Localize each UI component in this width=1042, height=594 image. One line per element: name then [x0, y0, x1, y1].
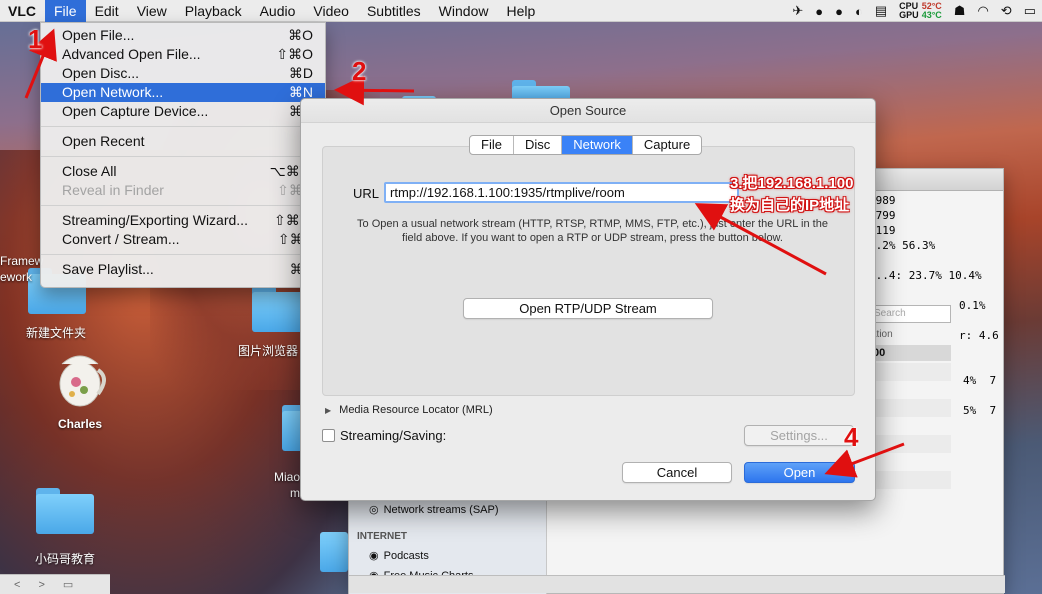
- wechat-icon[interactable]: ◐: [855, 4, 863, 19]
- desktop-folder-icon[interactable]: [320, 526, 348, 572]
- sidebar-item-podcasts[interactable]: ◉ Podcasts: [369, 549, 429, 563]
- network-icon: ◎: [369, 504, 379, 516]
- sidebar-item-sap[interactable]: ◎ Network streams (SAP): [369, 503, 499, 517]
- table-row[interactable]: [869, 435, 951, 453]
- playlist-search-input[interactable]: Search: [869, 305, 951, 323]
- menu-separator: [41, 126, 325, 127]
- annotation-step-3-line-2: 换为自己的IP地址: [730, 197, 850, 214]
- sidebar-header-internet: INTERNET: [357, 531, 407, 542]
- menu-video[interactable]: Video: [304, 0, 358, 22]
- menu-item-open-network[interactable]: Open Network... ⌘N: [41, 83, 325, 102]
- menu-audio[interactable]: Audio: [251, 0, 305, 22]
- url-input[interactable]: rtmp://192.168.1.100:1935/rtmplive/room: [384, 182, 739, 203]
- menu-view[interactable]: View: [128, 0, 176, 22]
- menu-window[interactable]: Window: [430, 0, 498, 22]
- qq-icon-2[interactable]: ●: [835, 4, 843, 19]
- disclosure-triangle-icon[interactable]: ▶: [325, 406, 331, 415]
- cancel-button[interactable]: Cancel: [622, 462, 732, 483]
- url-label: URL: [353, 186, 380, 201]
- desktop-label-framework-2: ework: [0, 270, 33, 284]
- dialog-title: Open Source: [301, 99, 875, 123]
- annotation-step-1: 1: [28, 24, 43, 54]
- streaming-saving-label: Streaming/Saving:: [340, 428, 447, 443]
- wifi-icon[interactable]: ◠: [977, 3, 988, 19]
- chevron-left-icon[interactable]: <: [14, 579, 20, 591]
- annotation-step-2: 2: [352, 56, 367, 86]
- menu-item-convert-stream[interactable]: Convert / Stream... ⇧⌘S: [41, 230, 325, 249]
- menu-app-vlc[interactable]: VLC: [0, 0, 45, 22]
- desktop-label-framework: Framew: [0, 254, 44, 268]
- desktop-folder-icon[interactable]: [36, 488, 94, 534]
- menu-item-advanced-open-file[interactable]: Advanced Open File... ⇧⌘O: [41, 45, 325, 64]
- menu-item-close-all[interactable]: Close All ⌥⌘W: [41, 162, 325, 181]
- desktop-label-xiaomage: 小码哥教育: [34, 552, 95, 566]
- tab-network[interactable]: Network: [562, 136, 633, 154]
- menu-item-streaming-wizard[interactable]: Streaming/Exporting Wizard... ⇧⌘W: [41, 211, 325, 230]
- status-area: ✈ ● ● ◐ ▤ CPU GPU 52°C 43°C ☗ ◠ ⟲ ▭: [792, 0, 1036, 22]
- table-row[interactable]: [869, 363, 951, 381]
- annotation-step-4: 4: [844, 422, 859, 452]
- qq-icon[interactable]: ●: [815, 4, 823, 19]
- table-row[interactable]: [869, 399, 951, 417]
- user-icon[interactable]: ☗: [954, 3, 966, 19]
- tab-file[interactable]: File: [470, 136, 514, 154]
- settings-button: Settings...: [744, 425, 854, 446]
- desktop-label-image-browser: 图片浏览器: [238, 344, 299, 358]
- sync-icon[interactable]: ⟲: [1001, 3, 1012, 19]
- open-source-dialog: Open Source File Disc Network Capture UR…: [300, 98, 876, 501]
- mrl-disclosure[interactable]: ▶ Media Resource Locator (MRL): [325, 404, 493, 416]
- menu-playback[interactable]: Playback: [176, 0, 251, 22]
- help-text: To Open a usual network stream (HTTP, RT…: [357, 218, 828, 244]
- menu-item-open-disc[interactable]: Open Disc... ⌘D: [41, 64, 325, 83]
- chevron-right-icon[interactable]: >: [38, 579, 44, 591]
- menu-item-reveal-in-finder: Reveal in Finder ⇧⌘R: [62, 182, 313, 198]
- menu-item-open-capture-device[interactable]: Open Capture Device...⌘R: [41, 102, 325, 121]
- desktop-label-new-folder: 新建文件夹: [25, 326, 86, 340]
- tab-capture[interactable]: Capture: [633, 136, 701, 154]
- open-rtp-udp-stream-button[interactable]: Open RTP/UDP Stream: [463, 298, 713, 319]
- menu-item-save-playlist[interactable]: Save Playlist...⌘S: [41, 260, 325, 279]
- playback-controls: [349, 575, 1005, 593]
- desktop-label-charles: Charles: [57, 417, 103, 431]
- open-button[interactable]: Open: [744, 462, 855, 483]
- airplane-icon[interactable]: ✈: [792, 3, 803, 19]
- battery-monitor-icon[interactable]: ▤: [875, 3, 887, 19]
- streaming-saving-row: Streaming/Saving:: [322, 428, 446, 443]
- menu-separator: [41, 254, 325, 255]
- menu-item-open-file[interactable]: Open File... ⌘O: [41, 26, 325, 45]
- cpu-gpu-monitor[interactable]: CPU GPU 52°C 43°C: [899, 2, 942, 20]
- menu-separator: [41, 156, 325, 157]
- podcast-icon: ◉: [369, 550, 379, 562]
- menu-edit[interactable]: Edit: [86, 0, 128, 22]
- menu-subtitles[interactable]: Subtitles: [358, 0, 430, 22]
- menu-help[interactable]: Help: [497, 0, 544, 22]
- table-row-selected[interactable]: 00: [869, 345, 951, 361]
- file-menu-dropdown: Open File... ⌘O Advanced Open File... ⇧⌘O …: [40, 22, 326, 288]
- menu-file[interactable]: File: [45, 0, 86, 22]
- tab-disc[interactable]: Disc: [514, 136, 563, 154]
- battery-icon[interactable]: ▭: [1024, 3, 1036, 19]
- streaming-saving-checkbox[interactable]: [322, 429, 335, 442]
- finder-toolbar-strip: < > ▭: [0, 574, 110, 594]
- source-tabs: File Disc Network Capture: [469, 135, 703, 155]
- menu-item-open-recent[interactable]: Open Recent▶: [41, 132, 325, 151]
- sidebar-toggle-icon[interactable]: ▭: [63, 578, 73, 591]
- menu-separator: [41, 205, 325, 206]
- menu-bar: VLC File Edit View Playback Audio Video …: [0, 0, 1042, 22]
- annotation-step-3-line-1: 3.把192.168.1.100: [730, 175, 854, 192]
- charles-app-icon[interactable]: [52, 344, 110, 410]
- table-row[interactable]: [869, 471, 951, 489]
